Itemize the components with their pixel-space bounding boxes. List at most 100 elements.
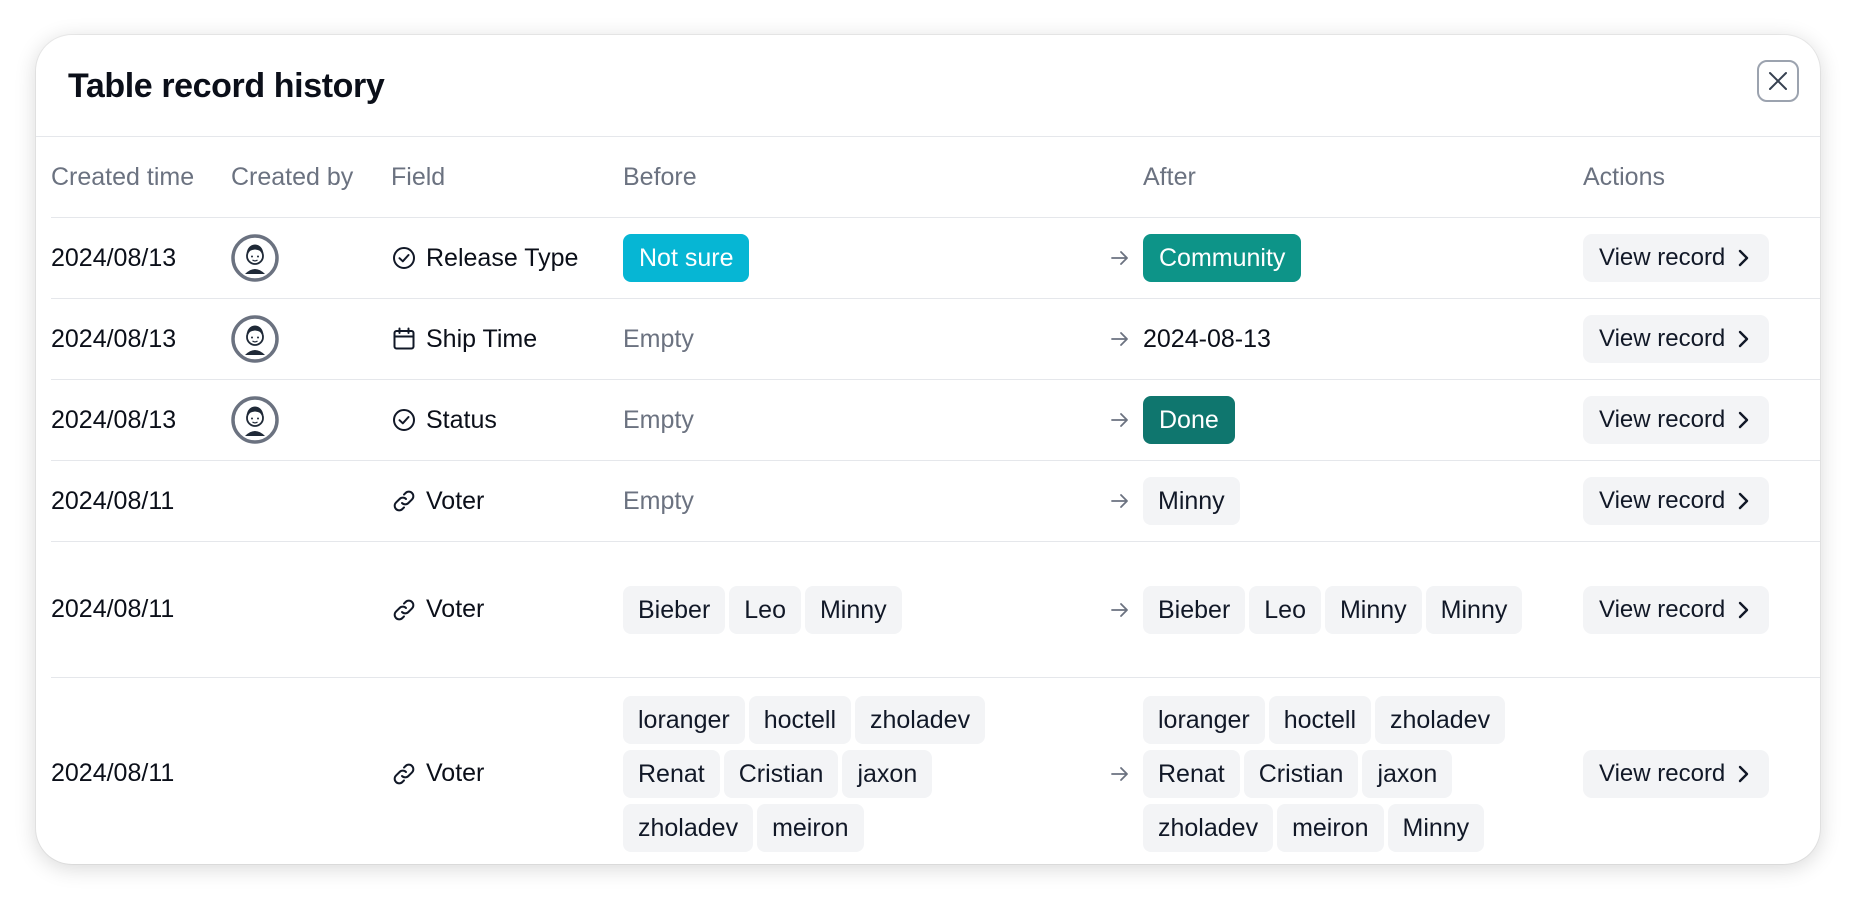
view-record-button[interactable]: View record xyxy=(1583,315,1770,363)
user-chip: meiron xyxy=(1277,803,1384,852)
arrow-cell xyxy=(1081,677,1143,864)
user-chip: Leo xyxy=(1249,585,1321,634)
chevron-right-icon xyxy=(1739,601,1749,618)
link-icon xyxy=(391,597,417,623)
user-chip: loranger xyxy=(1143,695,1265,744)
dialog-title: Table record history xyxy=(68,67,385,105)
before-cell: Empty xyxy=(623,298,1081,380)
created-by xyxy=(231,677,391,864)
field-name: Voter xyxy=(426,759,485,787)
after-cell: Bieber Leo Minny Minny xyxy=(1143,541,1583,678)
after-chip-list: loranger hoctell zholadev Renat Cristian jaxo… xyxy=(1143,687,1573,861)
chevron-right-icon xyxy=(1739,330,1749,348)
col-after: After xyxy=(1143,137,1583,218)
user-chip: zholadev xyxy=(623,803,754,852)
arrow-cell xyxy=(1081,298,1143,380)
user-chip: meiron xyxy=(757,803,864,852)
field-name: Voter xyxy=(426,595,485,623)
link-icon xyxy=(391,488,417,514)
actions-cell: View record xyxy=(1583,460,1820,542)
field-cell: Status xyxy=(391,379,623,461)
created-time: 2024/08/11 xyxy=(51,460,231,542)
user-chip: Minny xyxy=(1324,585,1422,634)
user-chip: Renat xyxy=(1143,749,1240,798)
col-before: Before xyxy=(623,137,1081,218)
actions-cell: View record xyxy=(1583,298,1820,380)
user-chip: loranger xyxy=(623,695,745,744)
actions-cell: View record xyxy=(1583,677,1820,864)
user-chip: Minny xyxy=(1143,477,1240,525)
after-chip-list: Minny xyxy=(1143,468,1573,534)
history-row: 2024/08/13 Release Type Not sure Communi… xyxy=(51,217,1820,299)
user-chip: zholadev xyxy=(1143,803,1274,852)
after-chip-list: Bieber Leo Minny Minny xyxy=(1143,577,1573,643)
field-cell: Ship Time xyxy=(391,298,623,380)
created-by xyxy=(231,379,391,461)
view-record-button[interactable]: View record xyxy=(1583,477,1770,525)
created-by xyxy=(231,541,391,678)
user-chip: zholadev xyxy=(1375,695,1506,744)
view-record-label: View record xyxy=(1599,325,1726,352)
arrow-cell xyxy=(1081,541,1143,678)
created-time: 2024/08/13 xyxy=(51,217,231,299)
arrow-right-icon xyxy=(1111,766,1128,781)
created-by xyxy=(231,460,391,542)
history-table: Created time Created by Field Before Aft… xyxy=(51,137,1820,864)
view-record-label: View record xyxy=(1599,487,1726,514)
history-row: 2024/08/13 Status Empty Done View record xyxy=(51,379,1820,461)
field-cell: Voter xyxy=(391,460,623,542)
view-record-button[interactable]: View record xyxy=(1583,234,1770,282)
before-chip-list: loranger hoctell zholadev Renat Cristian jaxo… xyxy=(623,687,1043,861)
arrow-right-icon xyxy=(1111,413,1128,427)
view-record-button[interactable]: View record xyxy=(1583,585,1770,634)
before-chip-list: Bieber Leo Minny xyxy=(623,577,1043,643)
close-button[interactable] xyxy=(1757,60,1799,102)
view-record-button[interactable]: View record xyxy=(1583,749,1770,798)
col-field: Field xyxy=(391,137,623,218)
before-empty-value: Empty xyxy=(623,405,694,434)
after-cell: Minny xyxy=(1143,460,1583,542)
after-cell: Done xyxy=(1143,379,1583,461)
link-icon xyxy=(391,761,417,787)
actions-cell: View record xyxy=(1583,541,1820,678)
history-row: 2024/08/13 Ship Time Empty 2024-08-13 Vi… xyxy=(51,298,1820,380)
user-chip: jaxon xyxy=(842,749,933,798)
created-time: 2024/08/13 xyxy=(51,379,231,461)
before-cell: loranger hoctell zholadev Renat Cristian jaxo… xyxy=(623,677,1081,864)
history-row: 2024/08/11 Voter loranger hoctell zholadev… xyxy=(51,677,1820,864)
before-empty-value: Empty xyxy=(623,486,694,515)
before-cell: Empty xyxy=(623,460,1081,542)
field-cell: Voter xyxy=(391,677,623,864)
after-cell: 2024-08-13 xyxy=(1143,298,1583,380)
calendar-icon xyxy=(391,326,417,352)
user-chip: zholadev xyxy=(855,695,986,744)
field-name: Ship Time xyxy=(426,324,538,353)
arrow-cell xyxy=(1081,460,1143,542)
field-name: Status xyxy=(426,405,497,434)
arrow-right-icon xyxy=(1111,332,1128,346)
chevron-right-icon xyxy=(1739,492,1749,510)
history-row: 2024/08/11 Voter Bieber Leo Minny Bieber Le… xyxy=(51,541,1820,678)
col-created-by: Created by xyxy=(231,137,391,218)
user-chip: Cristian xyxy=(723,749,839,798)
created-by xyxy=(231,217,391,299)
arrow-cell xyxy=(1081,379,1143,461)
arrow-cell xyxy=(1081,217,1143,299)
actions-cell: View record xyxy=(1583,217,1820,299)
created-by xyxy=(231,298,391,380)
chevron-right-icon xyxy=(1739,765,1749,782)
actions-cell: View record xyxy=(1583,379,1820,461)
chevron-right-icon xyxy=(1739,249,1749,267)
single-select-icon xyxy=(391,245,417,271)
single-select-icon xyxy=(391,407,417,433)
user-chip: Minny xyxy=(1387,803,1485,852)
created-time: 2024/08/11 xyxy=(51,677,231,864)
field-cell: Voter xyxy=(391,541,623,678)
view-record-button[interactable]: View record xyxy=(1583,396,1770,444)
after-cell: loranger hoctell zholadev Renat Cristian jaxo… xyxy=(1143,677,1583,864)
arrow-right-icon xyxy=(1111,602,1128,617)
arrow-right-icon xyxy=(1111,494,1128,508)
avatar xyxy=(231,315,391,363)
table-header-row: Created time Created by Field Before Aft… xyxy=(51,137,1820,218)
col-actions: Actions xyxy=(1583,137,1820,218)
